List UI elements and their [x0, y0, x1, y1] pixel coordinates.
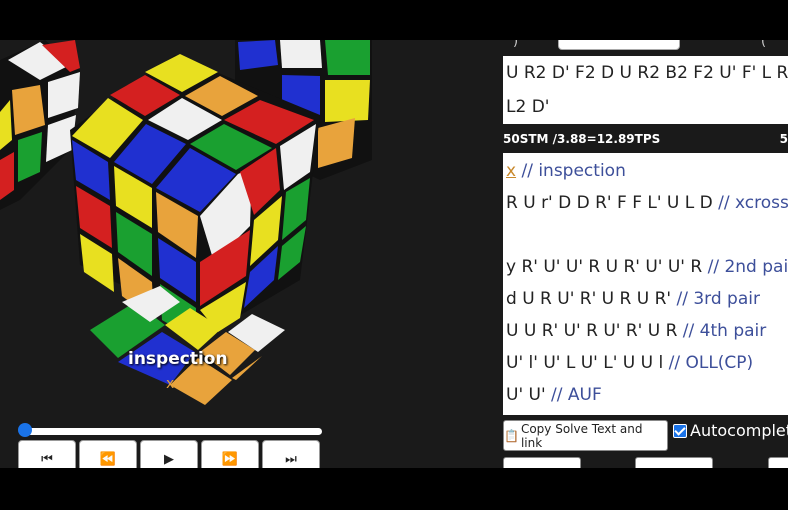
play-icon: ▶ — [164, 452, 174, 467]
copy-solve-label: Copy Solve Text and link — [520, 421, 643, 450]
cube-3d-render[interactable] — [0, 40, 503, 468]
skip-start-icon: ⏮ — [41, 452, 53, 467]
autocomplete-toggle[interactable]: Autocomplete/ — [673, 421, 788, 440]
slider-track[interactable] — [24, 428, 322, 435]
stats-summary: 50STM /3.88=12.89TPS — [503, 132, 661, 146]
copy-solve-button[interactable]: 📋 Copy Solve Text and link — [503, 420, 668, 451]
autocomplete-label: Autocomplete/ — [690, 421, 788, 440]
slider-thumb[interactable] — [18, 423, 32, 437]
last-button[interactable]: ⏭ — [262, 440, 320, 468]
solution-textarea[interactable]: x // inspection R U r' D D R' F F L' U L… — [503, 153, 788, 415]
playback-slider[interactable] — [18, 423, 322, 437]
prev-button[interactable]: ⏪ — [79, 440, 137, 468]
solution-line: y R' U' U' R U R' U' U' R // 2nd pair — [506, 257, 788, 277]
first-button[interactable]: ⏮ — [18, 440, 76, 468]
solve-stats: 50STM /3.88=12.89TPS 5 — [503, 132, 788, 150]
solve-panel: ) ( U R2 D' F2 D U R2 B2 F2 U' F' L R' B… — [503, 40, 788, 468]
left-cube-copy — [0, 40, 80, 210]
top-right-text: ( — [761, 40, 767, 49]
solution-line: U U R' U' R U' R' U R // 4th pair — [506, 321, 767, 341]
skip-end-icon: ⏭ — [285, 452, 297, 467]
bottom-button-3[interactable] — [768, 457, 788, 468]
solution-line — [506, 219, 788, 251]
solution-line: x // inspection — [506, 161, 626, 181]
solution-line: R U r' D D R' F F L' U L D // xcross — [506, 193, 788, 213]
solution-line: U' U' // AUF — [506, 385, 602, 405]
top-left-text: ) — [513, 40, 519, 49]
clipboard-icon: 📋 — [504, 428, 519, 443]
next-button[interactable]: ⏩ — [201, 440, 259, 468]
current-move-marker: x — [166, 376, 175, 392]
play-button[interactable]: ▶ — [140, 440, 198, 468]
scramble-textarea[interactable]: U R2 D' F2 D U R2 B2 F2 U' F' L R' B L2 … — [503, 56, 788, 124]
rewind-icon: ⏪ — [99, 452, 117, 467]
solution-line: U' l' U' L U' L' U U l // OLL(CP) — [506, 353, 754, 373]
bottom-button-1[interactable] — [503, 457, 581, 468]
autocomplete-checkbox[interactable] — [673, 423, 687, 438]
scramble-line: U R2 D' F2 D U R2 B2 F2 U' F' L R' B — [506, 63, 788, 83]
solution-line: d U R U' R' U R U R' // 3rd pair — [506, 289, 760, 309]
stats-right: 5 — [779, 132, 788, 146]
time-input[interactable] — [558, 40, 680, 50]
scramble-line: L2 D' — [506, 97, 550, 117]
current-move-label: inspection — [128, 349, 228, 369]
fast-forward-icon: ⏩ — [221, 452, 239, 467]
bottom-button-2[interactable] — [635, 457, 713, 468]
cube-viewport[interactable]: inspection x ⏮ ⏪ ▶ ⏩ ⏭ — [0, 40, 503, 468]
